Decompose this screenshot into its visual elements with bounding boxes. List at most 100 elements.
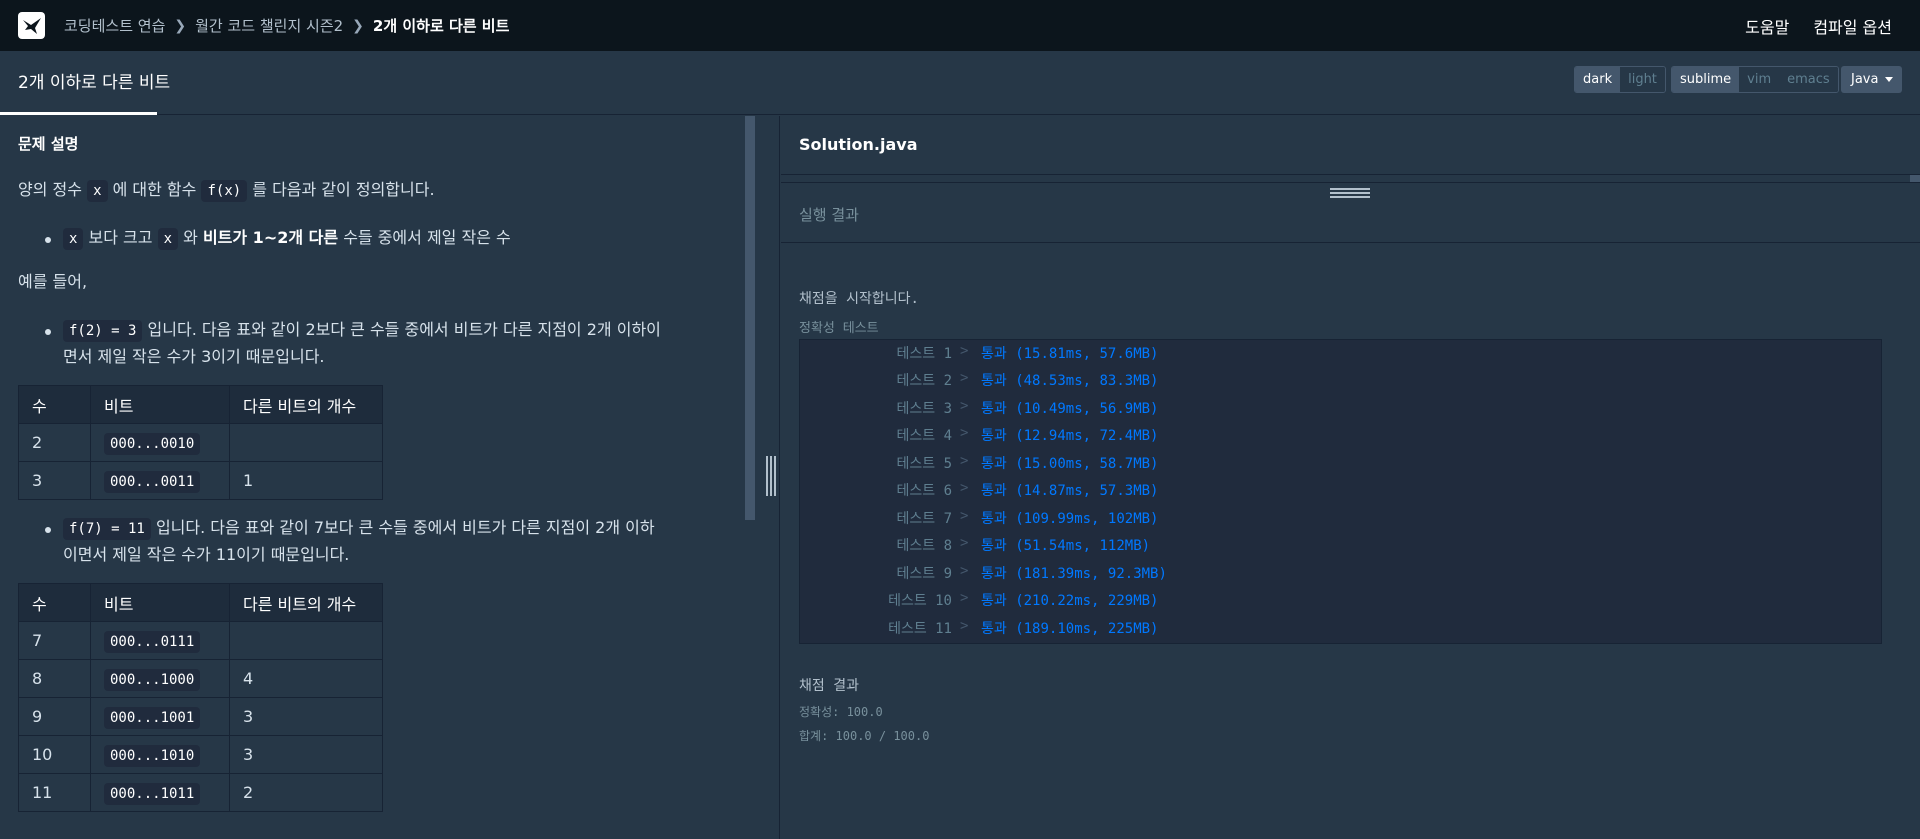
cell-bits: 000...1001 — [90, 697, 230, 736]
cell-bits: 000...1011 — [90, 773, 230, 812]
cell-bits: 000...1010 — [90, 735, 230, 774]
result-header: 실행 결과 — [781, 182, 1920, 243]
table-row: 10 000...1010 3 — [18, 735, 383, 774]
bullet — [45, 329, 51, 335]
test-result: 통과 (109.99ms, 102MB) — [981, 511, 1159, 527]
table-example-2: 수 비트 다른 비트의 개수 7 000...0111 8 000...1000… — [18, 583, 383, 812]
intro-suffix: 를 다음과 같이 정의합니다. — [252, 180, 435, 199]
table-row: 3 000...0011 1 — [18, 461, 383, 500]
header-diff: 다른 비트의 개수 — [229, 385, 383, 424]
cell-diff — [229, 621, 383, 660]
header-bits: 비트 — [90, 385, 230, 424]
bits-code: 000...1000 — [104, 669, 201, 691]
bullet — [45, 237, 51, 243]
test-row: 테스트 8 > 통과 (51.54ms, 112MB) — [800, 535, 1883, 557]
rule-text: 와 — [183, 228, 198, 247]
intro-prefix: 양의 정수 — [18, 180, 82, 199]
test-results-box: 테스트 1 > 통과 (15.81ms, 57.6MB) 테스트 2 > 통과 (48.… — [799, 339, 1882, 644]
code-x: x — [157, 228, 179, 250]
test-name: 테스트 2 — [896, 373, 953, 389]
problem-panel: 문제 설명 양의 정수 x 에 대한 함수 f(x) 를 다음과 같이 정의합니… — [0, 116, 780, 839]
chevron-right-icon: ❯ — [174, 17, 187, 34]
language-label: Java — [1851, 72, 1879, 87]
section-label: 정확성 테스트 — [799, 321, 879, 336]
header-diff: 다른 비트의 개수 — [229, 583, 383, 622]
theme-dark-button[interactable]: dark — [1575, 67, 1621, 92]
cell-diff — [229, 423, 383, 462]
keymap-sublime-button[interactable]: sublime — [1672, 67, 1740, 92]
intro-line: 양의 정수 x 에 대한 함수 f(x) 를 다음과 같이 정의합니다. — [18, 179, 435, 202]
chevron-right-icon: > — [960, 370, 969, 386]
chevron-right-icon: ❯ — [352, 17, 364, 34]
cell-num: 11 — [18, 773, 91, 812]
bits-code: 000...0111 — [104, 631, 201, 653]
test-row: 테스트 9 > 통과 (181.39ms, 92.3MB) — [800, 563, 1883, 585]
example1-text: 입니다. 다음 표와 같이 2보다 큰 수들 중에서 비트가 다른 지점이 2개… — [147, 320, 661, 339]
test-result: 통과 (12.94ms, 72.4MB) — [981, 428, 1159, 444]
top-navbar: 코딩테스트 연습 ❯ 월간 코드 챌린지 시즌2 ❯ 2개 이하로 다른 비트 … — [0, 0, 1920, 51]
test-row: 테스트 4 > 통과 (12.94ms, 72.4MB) — [800, 425, 1883, 447]
caret-down-icon — [1885, 77, 1893, 82]
breadcrumb-challenge[interactable]: 월간 코드 챌린지 시즌2 — [195, 15, 343, 36]
test-name: 테스트 3 — [896, 401, 953, 417]
test-result: 통과 (15.81ms, 57.6MB) — [981, 346, 1159, 362]
test-result: 통과 (51.54ms, 112MB) — [981, 538, 1151, 554]
test-result: 통과 (181.39ms, 92.3MB) — [981, 566, 1167, 582]
panel-resize-handle[interactable] — [766, 456, 776, 496]
rule-text: 보다 크고 — [88, 228, 153, 247]
breadcrumb-coding-test[interactable]: 코딩테스트 연습 — [64, 15, 165, 36]
cell-num: 10 — [18, 735, 91, 774]
active-tab-indicator — [0, 112, 157, 115]
table-row: 9 000...1001 3 — [18, 697, 383, 736]
bits-code: 000...0010 — [104, 433, 201, 455]
programmers-logo[interactable] — [18, 12, 45, 39]
language-select[interactable]: Java — [1841, 66, 1902, 93]
tab-bar: 2개 이하로 다른 비트 dark light sublime vim emac… — [0, 51, 1920, 115]
test-name: 테스트 8 — [896, 538, 953, 554]
chevron-right-icon: > — [960, 590, 969, 606]
test-name: 테스트 7 — [896, 511, 953, 527]
example2-line2: 이면서 제일 작은 수가 11이기 때문입니다. — [63, 545, 350, 564]
code-fx: f(x) — [201, 180, 248, 202]
table-row: 7 000...0111 — [18, 621, 383, 660]
cell-num: 3 — [18, 461, 91, 500]
chevron-right-icon: > — [960, 398, 969, 414]
chevron-right-icon: > — [960, 563, 969, 579]
keymap-vim-button[interactable]: vim — [1739, 67, 1780, 92]
cell-diff: 3 — [229, 735, 383, 774]
bits-code: 000...1010 — [104, 745, 201, 767]
theme-light-button[interactable]: light — [1620, 67, 1665, 92]
file-header: Solution.java — [781, 116, 1920, 175]
breadcrumb-current: 2개 이하로 다른 비트 — [372, 17, 510, 35]
example1-line1: f(2) = 3 입니다. 다음 표와 같이 2보다 큰 수들 중에서 비트가 … — [63, 319, 661, 342]
tab-problem[interactable]: 2개 이하로 다른 비트 — [18, 51, 170, 115]
compile-options-link[interactable]: 컴파일 옵션 — [1813, 14, 1892, 38]
test-name: 테스트 9 — [896, 566, 953, 582]
test-row: 테스트 10 > 통과 (210.22ms, 229MB) — [800, 590, 1883, 612]
test-name: 테스트 10 — [888, 593, 952, 609]
test-name: 테스트 1 — [896, 346, 953, 362]
editor-panel: Solution.java 실행 결과 채점을 시작합니다. 정확성 테스트 테… — [781, 116, 1920, 839]
keymap-emacs-button[interactable]: emacs — [1779, 67, 1838, 92]
cell-num: 7 — [18, 621, 91, 660]
table-header-row: 수 비트 다른 비트의 개수 — [18, 385, 383, 424]
file-name: Solution.java — [799, 135, 918, 154]
cell-num: 2 — [18, 423, 91, 462]
problem-heading: 문제 설명 — [18, 135, 79, 153]
test-result: 통과 (10.49ms, 56.9MB) — [981, 401, 1159, 417]
table-example-1: 수 비트 다른 비트의 개수 2 000...0010 3 000...0011… — [18, 385, 383, 500]
table-row: 2 000...0010 — [18, 423, 383, 462]
header-num: 수 — [18, 385, 91, 424]
cell-bits: 000...0011 — [90, 461, 230, 500]
cell-bits: 000...0111 — [90, 621, 230, 660]
cell-diff: 3 — [229, 697, 383, 736]
problem-scrollbar[interactable] — [745, 116, 755, 520]
total-score: 합계: 100.0 / 100.0 — [799, 729, 930, 743]
top-nav-links: 도움말 컴파일 옵션 — [1745, 0, 1892, 51]
start-message: 채점을 시작합니다. — [799, 291, 919, 307]
code-x: x — [63, 228, 84, 250]
table-header-row: 수 비트 다른 비트의 개수 — [18, 583, 383, 622]
help-link[interactable]: 도움말 — [1745, 14, 1789, 38]
cell-bits: 000...0010 — [90, 423, 230, 462]
test-name: 테스트 5 — [896, 456, 953, 472]
